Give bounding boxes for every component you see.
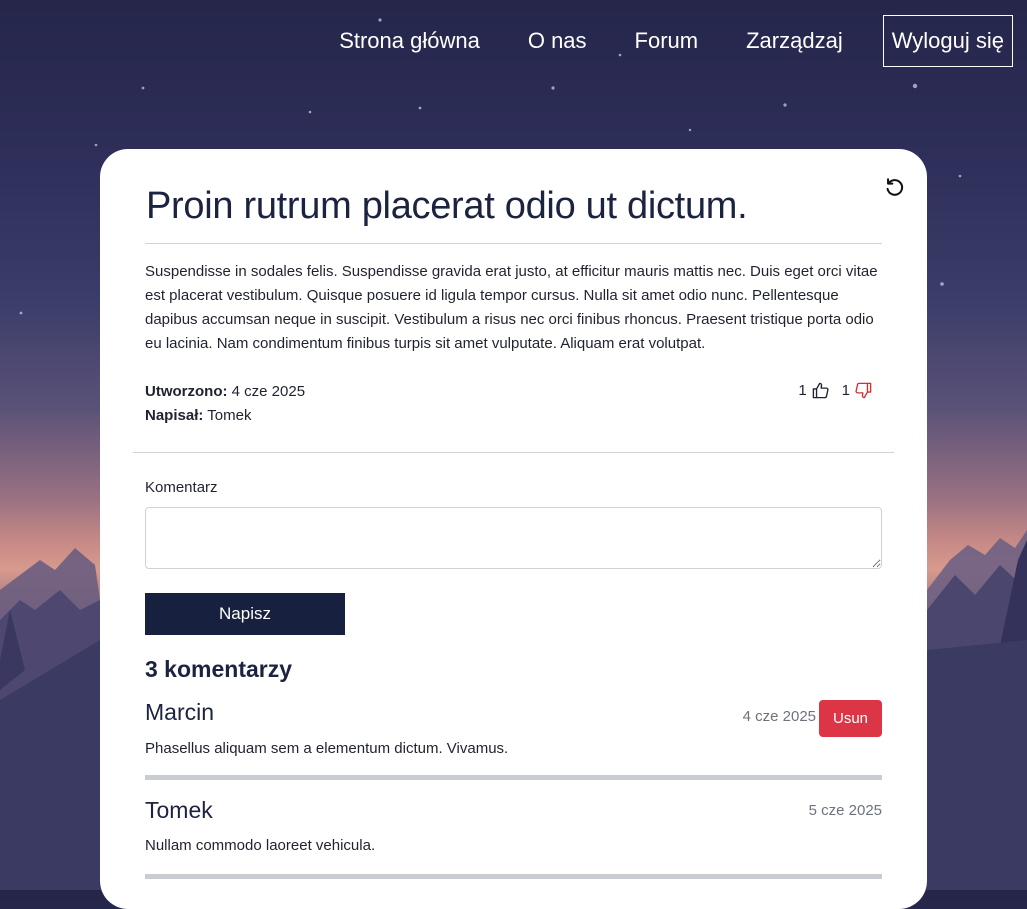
comment-text: Phasellus aliquam sem a elementum dictum… (145, 740, 509, 757)
comment-date: 5 cze 2025 (808, 802, 882, 819)
created-row: Utworzono: 4 cze 2025 (145, 380, 305, 404)
like-count: 1 (798, 382, 807, 399)
comment-label: Komentarz (145, 479, 218, 496)
created-label: Utworzono: (145, 383, 228, 400)
submit-comment-button[interactable]: Napisz (145, 593, 345, 635)
post-card: Proin rutrum placerat odio ut dictum. Su… (100, 149, 927, 909)
nav-home-link[interactable]: Strona główna (315, 16, 504, 66)
delete-comment-button[interactable]: Usun (819, 700, 882, 737)
meta-divider (133, 452, 894, 453)
logout-button[interactable]: Wyloguj się (882, 15, 1013, 67)
thumbs-up-icon (811, 381, 830, 400)
comment-author: Tomek (145, 797, 213, 823)
post-title: Proin rutrum placerat odio ut dictum. (146, 185, 748, 227)
vote-controls: 1 1 (798, 381, 873, 400)
refresh-icon[interactable] (883, 177, 905, 199)
nav-about-link[interactable]: O nas (504, 16, 611, 66)
top-navigation: Strona główna O nas Forum Zarządzaj Wylo… (315, 15, 1013, 67)
dislike-count: 1 (841, 382, 850, 399)
comment-item: Marcin 4 cze 2025 Usun Phasellus aliquam… (145, 699, 882, 784)
nav-manage-link[interactable]: Zarządzaj (722, 16, 867, 66)
comment-text: Nullam commodo laoreet vehicula. (145, 837, 376, 854)
like-button[interactable]: 1 (798, 381, 829, 400)
nav-forum-link[interactable]: Forum (611, 16, 723, 66)
thumbs-down-icon (854, 381, 873, 400)
comment-separator (145, 775, 882, 780)
author-label: Napisał: (145, 407, 204, 424)
title-divider (145, 243, 882, 244)
comment-item: Tomek 5 cze 2025 Nullam commodo laoreet … (145, 797, 882, 882)
comments-heading: 3 komentarzy (145, 656, 293, 682)
comment-date: 4 cze 2025 (742, 708, 816, 725)
dislike-button[interactable]: 1 (842, 381, 873, 400)
comment-author: Marcin (145, 699, 215, 725)
comment-textarea[interactable] (145, 507, 882, 569)
post-body: Suspendisse in sodales felis. Suspendiss… (145, 263, 878, 352)
author-value: Tomek (207, 407, 252, 424)
author-row: Napisał: Tomek (145, 404, 305, 428)
created-value: 4 cze 2025 (231, 383, 306, 400)
comment-separator (145, 874, 882, 879)
post-meta: Utworzono: 4 cze 2025 Napisał: Tomek (145, 380, 305, 428)
